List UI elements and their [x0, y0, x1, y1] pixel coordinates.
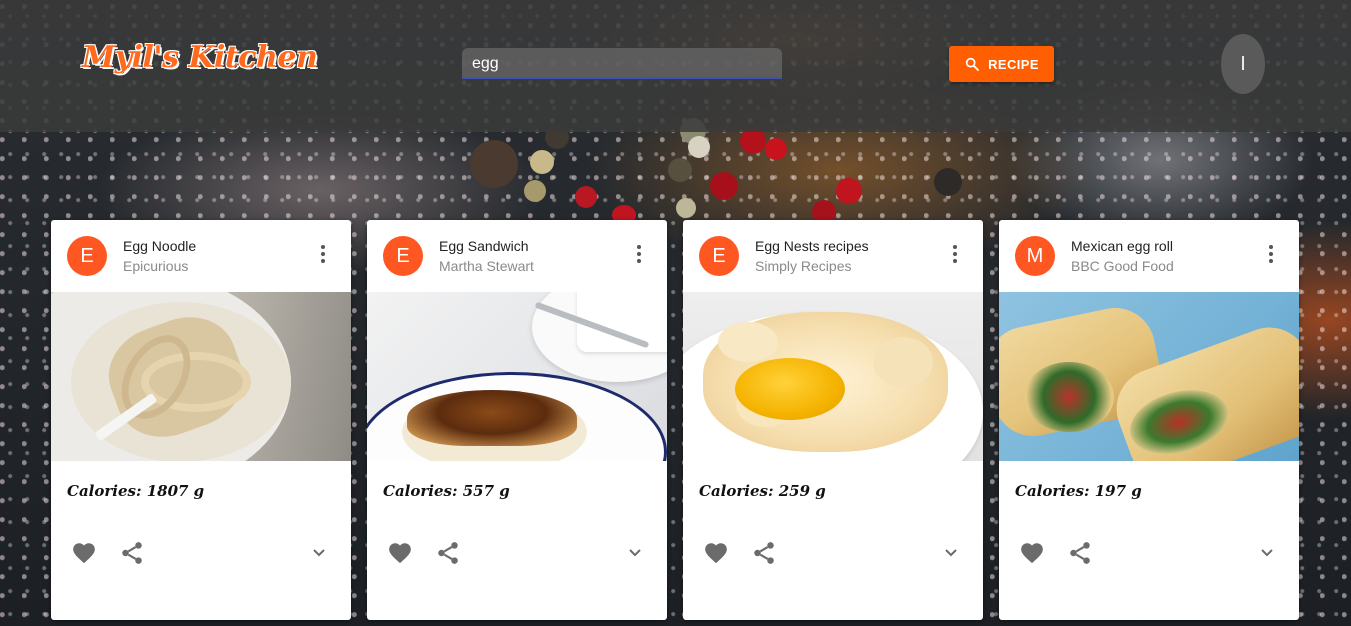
favorite-icon [705, 543, 727, 564]
expand-button[interactable] [1255, 541, 1279, 565]
favorite-button[interactable] [703, 540, 729, 566]
egg-nest-photo[interactable] [683, 292, 983, 461]
recipe-title: Egg Nests recipes [755, 238, 869, 254]
more-options-button[interactable] [943, 242, 967, 266]
favorite-icon [389, 543, 411, 564]
search-recipe-button[interactable]: RECIPE [949, 46, 1054, 82]
avatar-letter: E [80, 244, 94, 267]
search-button-label: RECIPE [988, 56, 1039, 72]
recipe-source: BBC Good Food [1071, 258, 1174, 274]
avatar-letter: E [396, 244, 410, 267]
favorite-button[interactable] [71, 540, 97, 566]
source-avatar: M [1015, 236, 1055, 276]
app-logo[interactable]: Myil's Kitchen [82, 40, 318, 75]
share-icon [754, 542, 774, 564]
app-header: Myil's Kitchen RECIPE I [0, 0, 1351, 132]
egg-noodle-photo[interactable] [51, 292, 351, 461]
recipe-title: Mexican egg roll [1071, 238, 1173, 254]
share-icon [122, 542, 142, 564]
more-options-button[interactable] [627, 242, 651, 266]
more-vert-icon [637, 245, 641, 263]
calories-text: Calories: 1807 g [67, 482, 205, 500]
more-options-button[interactable] [311, 242, 335, 266]
user-initial: I [1240, 52, 1246, 75]
expand-more-icon [945, 549, 957, 557]
recipe-card[interactable]: E Egg Nests recipes Simply Recipes Calor… [683, 220, 983, 620]
card-actions [51, 536, 351, 570]
expand-more-icon [629, 549, 641, 557]
favorite-icon [1021, 543, 1043, 564]
share-button[interactable] [119, 540, 145, 566]
recipe-title: Egg Noodle [123, 238, 197, 254]
share-button[interactable] [435, 540, 461, 566]
more-options-button[interactable] [1259, 242, 1283, 266]
avatar-letter: M [1026, 244, 1044, 267]
egg-roll-photo[interactable] [999, 292, 1299, 461]
share-icon [1070, 542, 1090, 564]
card-actions [683, 536, 983, 570]
calories-text: Calories: 557 g [383, 482, 510, 500]
share-icon [438, 542, 458, 564]
recipe-title: Egg Sandwich [439, 238, 529, 254]
recipe-card[interactable]: E Egg Sandwich Martha Stewart Calories: … [367, 220, 667, 620]
expand-button[interactable] [307, 541, 331, 565]
expand-button[interactable] [623, 541, 647, 565]
source-avatar: E [67, 236, 107, 276]
more-vert-icon [1269, 245, 1273, 263]
card-header: E Egg Noodle Epicurious [51, 220, 351, 292]
recipe-source: Martha Stewart [439, 258, 534, 274]
avatar-letter: E [712, 244, 726, 267]
expand-button[interactable] [939, 541, 963, 565]
card-actions [367, 536, 667, 570]
search-icon [965, 57, 980, 71]
card-header: E Egg Nests recipes Simply Recipes [683, 220, 983, 292]
card-actions [999, 536, 1299, 570]
favorite-icon [73, 543, 95, 564]
recipe-card[interactable]: E Egg Noodle Epicurious Calories: 1807 g [51, 220, 351, 620]
favorite-button[interactable] [387, 540, 413, 566]
share-button[interactable] [751, 540, 777, 566]
more-vert-icon [321, 245, 325, 263]
recipe-source: Simply Recipes [755, 258, 852, 274]
share-button[interactable] [1067, 540, 1093, 566]
more-vert-icon [953, 245, 957, 263]
recipe-source: Epicurious [123, 258, 189, 274]
source-avatar: E [383, 236, 423, 276]
egg-sandwich-photo[interactable] [367, 292, 667, 461]
source-avatar: E [699, 236, 739, 276]
search-input[interactable] [470, 52, 774, 76]
search-field[interactable] [462, 48, 782, 79]
favorite-button[interactable] [1019, 540, 1045, 566]
expand-more-icon [1261, 549, 1273, 557]
calories-text: Calories: 259 g [699, 482, 826, 500]
expand-more-icon [313, 549, 325, 557]
user-avatar[interactable]: I [1221, 34, 1265, 94]
card-header: E Egg Sandwich Martha Stewart [367, 220, 667, 292]
recipe-card[interactable]: M Mexican egg roll BBC Good Food Calorie… [999, 220, 1299, 620]
calories-text: Calories: 197 g [1015, 482, 1142, 500]
card-header: M Mexican egg roll BBC Good Food [999, 220, 1299, 292]
